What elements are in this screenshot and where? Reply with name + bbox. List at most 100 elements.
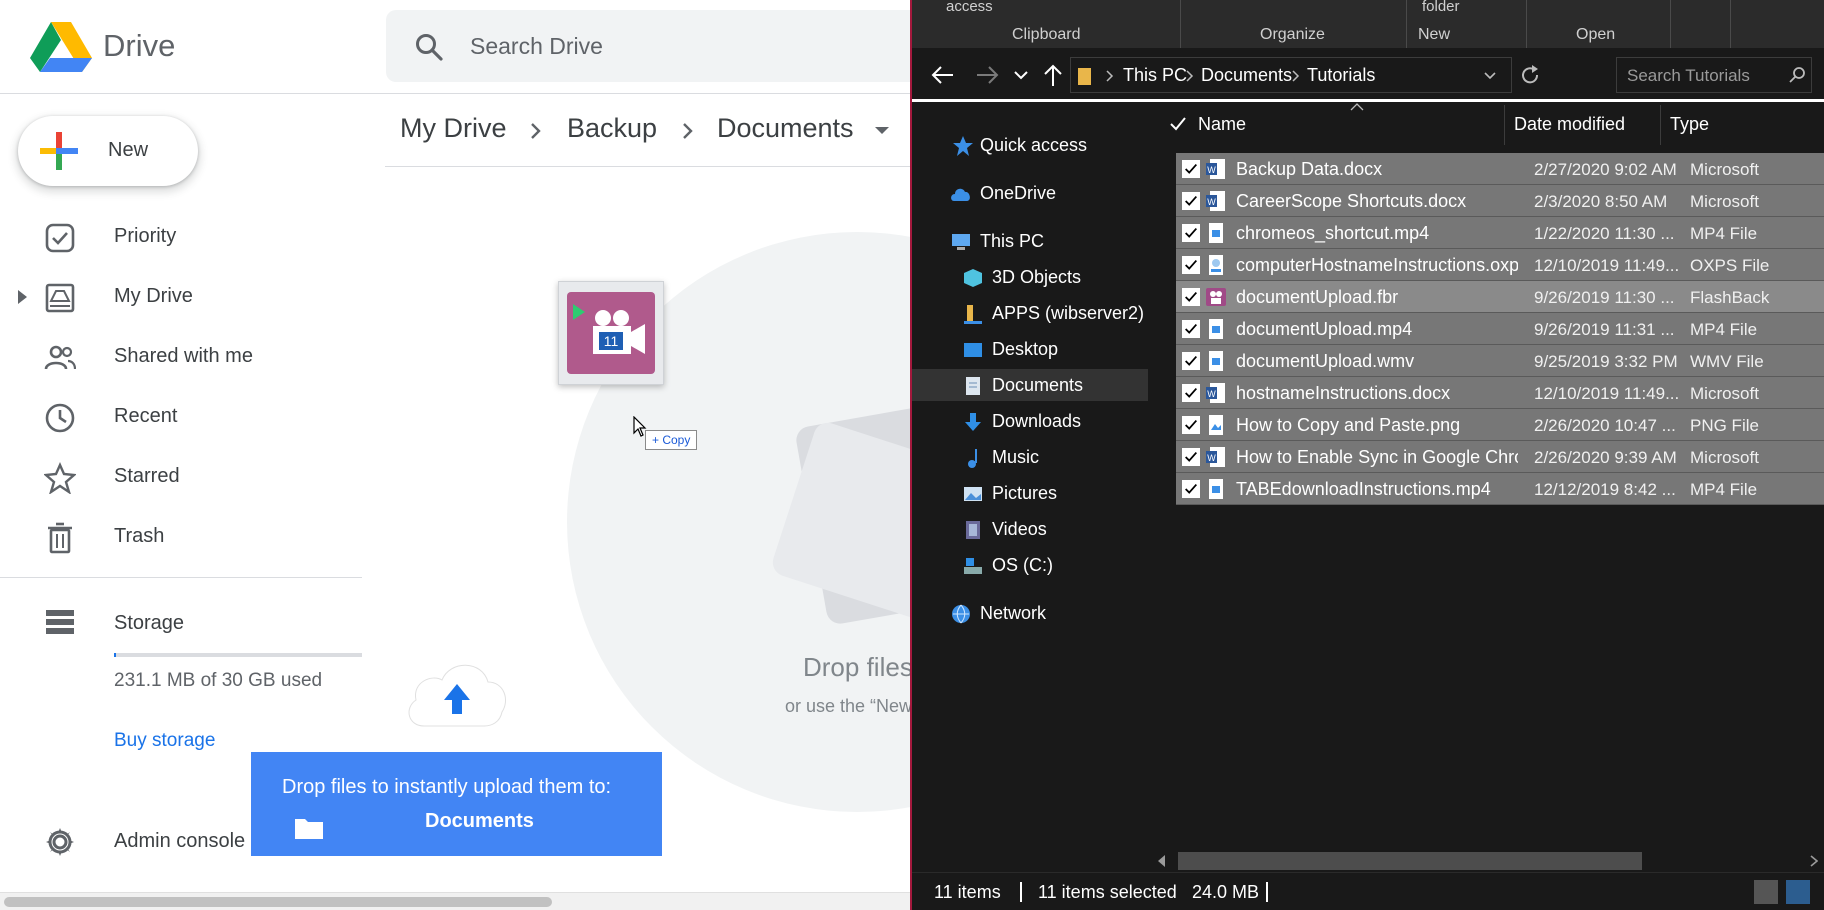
large-icons-view-icon[interactable]: [1786, 880, 1810, 904]
address-crumb-documents[interactable]: Documents: [1201, 65, 1292, 86]
breadcrumb-backup[interactable]: Backup: [567, 113, 657, 144]
column-type-header[interactable]: Type: [1670, 114, 1709, 135]
file-name[interactable]: computerHostnameInstructions.oxps: [1236, 255, 1518, 276]
tree-item-music[interactable]: Music: [912, 441, 1148, 473]
column-name-header[interactable]: Name: [1198, 114, 1246, 135]
ribbon-group-clipboard: Clipboard: [1012, 26, 1081, 43]
scroll-right-arrow-icon[interactable]: [1810, 855, 1818, 867]
file-row[interactable]: WhostnameInstructions.docx 12/10/2019 11:…: [1176, 377, 1824, 409]
file-row[interactable]: W CareerScope Shortcuts.docx 2/3/2020 8:50…: [1176, 185, 1824, 217]
column-date-header[interactable]: Date modified: [1514, 114, 1625, 135]
file-row[interactable]: documentUpload.mp4 9/26/2019 11:31 ... MP4…: [1176, 313, 1824, 345]
row-checkbox[interactable]: [1182, 256, 1200, 274]
forward-arrow-icon[interactable]: [974, 62, 1000, 88]
tree-item-pictures[interactable]: Pictures: [912, 477, 1148, 509]
item-count: 11 items: [934, 882, 1001, 902]
explorer-search-box[interactable]: Search Tutorials: [1616, 57, 1812, 93]
tree-item-quick-access[interactable]: Quick access: [912, 129, 1148, 161]
file-name[interactable]: How to Copy and Paste.png: [1236, 415, 1518, 436]
refresh-icon[interactable]: [1518, 63, 1542, 87]
chevron-down-icon[interactable]: [875, 127, 889, 134]
chevron-down-icon[interactable]: [1483, 70, 1497, 82]
file-name[interactable]: documentUpload.mp4: [1236, 319, 1518, 340]
back-arrow-icon[interactable]: [930, 62, 956, 88]
scrollbar-thumb[interactable]: [4, 897, 552, 907]
drive-search-input[interactable]: Search Drive: [470, 33, 603, 60]
sidebar-item-trash[interactable]: Trash: [0, 508, 360, 568]
file-name[interactable]: hostnameInstructions.docx: [1236, 383, 1518, 404]
sidebar-item-starred[interactable]: Starred: [0, 448, 360, 508]
select-all-checkbox[interactable]: [1168, 114, 1188, 134]
file-row[interactable]: W How to Enable Sync in Google Chrom... 2/…: [1176, 441, 1824, 473]
address-path-field[interactable]: This PC Documents Tutorials: [1070, 57, 1512, 93]
details-view-icon[interactable]: [1754, 880, 1778, 904]
buy-storage-link[interactable]: Buy storage: [114, 730, 215, 752]
expand-arrow-icon[interactable]: [18, 290, 27, 304]
breadcrumb-documents[interactable]: Documents: [717, 113, 854, 144]
column-separator[interactable]: [1504, 105, 1505, 145]
row-checkbox[interactable]: [1182, 416, 1200, 434]
scrollbar-thumb[interactable]: [1178, 852, 1642, 870]
tree-item-3d-objects[interactable]: 3D Objects: [912, 261, 1148, 293]
ribbon-access-label[interactable]: access: [946, 0, 993, 15]
storage-progress-bar: [114, 653, 362, 657]
search-icon[interactable]: [1789, 66, 1807, 84]
row-checkbox[interactable]: [1182, 320, 1200, 338]
row-checkbox[interactable]: [1182, 480, 1200, 498]
tree-item-desktop[interactable]: Desktop: [912, 333, 1148, 365]
drive-logo-icon[interactable]: [30, 22, 92, 72]
row-checkbox[interactable]: [1182, 384, 1200, 402]
column-separator[interactable]: [1660, 105, 1661, 145]
tree-item-apps-wibserver2[interactable]: APPS (wibserver2): [912, 297, 1148, 329]
drive-search-box[interactable]: Search Drive: [386, 10, 912, 82]
search-icon[interactable]: [414, 32, 444, 62]
file-name[interactable]: TABEdownloadInstructions.mp4: [1236, 479, 1518, 500]
pictures-icon: [964, 487, 982, 501]
file-row[interactable]: documentUpload.fbr 9/26/2019 11:30 ... Fla…: [1176, 281, 1824, 313]
sidebar-item-recent[interactable]: Recent: [0, 388, 360, 448]
address-crumb-this-pc[interactable]: This PC: [1123, 65, 1187, 86]
explorer-horizontal-scrollbar[interactable]: [1150, 850, 1824, 872]
explorer-address-bar: This PC Documents Tutorials Search Tutor…: [912, 48, 1824, 102]
sidebar-divider: [0, 577, 362, 578]
file-name[interactable]: documentUpload.fbr: [1236, 287, 1518, 308]
recent-locations-icon[interactable]: [1008, 62, 1034, 88]
row-checkbox[interactable]: [1182, 160, 1200, 178]
file-row[interactable]: W Backup Data.docx 2/27/2020 9:02 AM Micros…: [1176, 153, 1824, 185]
new-button[interactable]: New: [18, 116, 198, 186]
drive-horizontal-scrollbar[interactable]: [0, 892, 912, 910]
row-checkbox[interactable]: [1182, 288, 1200, 306]
tree-item-network[interactable]: Network: [912, 597, 1148, 629]
scroll-left-arrow-icon[interactable]: [1158, 855, 1165, 867]
file-name[interactable]: How to Enable Sync in Google Chrom...: [1236, 447, 1518, 468]
tree-item-downloads[interactable]: Downloads: [912, 405, 1148, 437]
tree-item-videos[interactable]: Videos: [912, 513, 1148, 545]
breadcrumb-my-drive[interactable]: My Drive: [400, 113, 507, 144]
sidebar-item-my-drive[interactable]: My Drive: [0, 268, 360, 328]
tree-item-onedrive[interactable]: OneDrive: [912, 177, 1148, 209]
tree-item-this-pc[interactable]: This PC: [912, 225, 1148, 257]
up-arrow-icon[interactable]: [1040, 62, 1066, 88]
address-crumb-tutorials[interactable]: Tutorials: [1307, 65, 1375, 86]
row-checkbox[interactable]: [1182, 448, 1200, 466]
sidebar-item-shared-with-me[interactable]: Shared with me: [0, 328, 360, 388]
file-row[interactable]: documentUpload.wmv 9/25/2019 3:32 PM WMV F…: [1176, 345, 1824, 377]
tree-item-documents[interactable]: Documents: [912, 369, 1148, 401]
file-row[interactable]: computerHostnameInstructions.oxps 12/10/2…: [1176, 249, 1824, 281]
sidebar-item-priority[interactable]: Priority: [0, 208, 360, 268]
gear-icon: [46, 828, 74, 856]
file-name[interactable]: documentUpload.wmv: [1236, 351, 1518, 372]
file-name[interactable]: CareerScope Shortcuts.docx: [1236, 191, 1518, 212]
file-row[interactable]: chromeos_shortcut.mp4 1/22/2020 11:30 ...…: [1176, 217, 1824, 249]
oxps-file-icon: [1206, 254, 1226, 276]
tree-item-os-c[interactable]: OS (C:): [912, 549, 1148, 581]
row-checkbox[interactable]: [1182, 224, 1200, 242]
file-row[interactable]: TABEdownloadInstructions.mp4 12/12/2019 8…: [1176, 473, 1824, 505]
storage-section[interactable]: Storage 231.1 MB of 30 GB used Buy stora…: [0, 600, 362, 760]
file-name[interactable]: Backup Data.docx: [1236, 159, 1518, 180]
row-checkbox[interactable]: [1182, 352, 1200, 370]
ribbon-new-folder-label[interactable]: folder: [1422, 0, 1460, 15]
file-row[interactable]: How to Copy and Paste.png 2/26/2020 10:47…: [1176, 409, 1824, 441]
file-name[interactable]: chromeos_shortcut.mp4: [1236, 223, 1518, 244]
row-checkbox[interactable]: [1182, 192, 1200, 210]
